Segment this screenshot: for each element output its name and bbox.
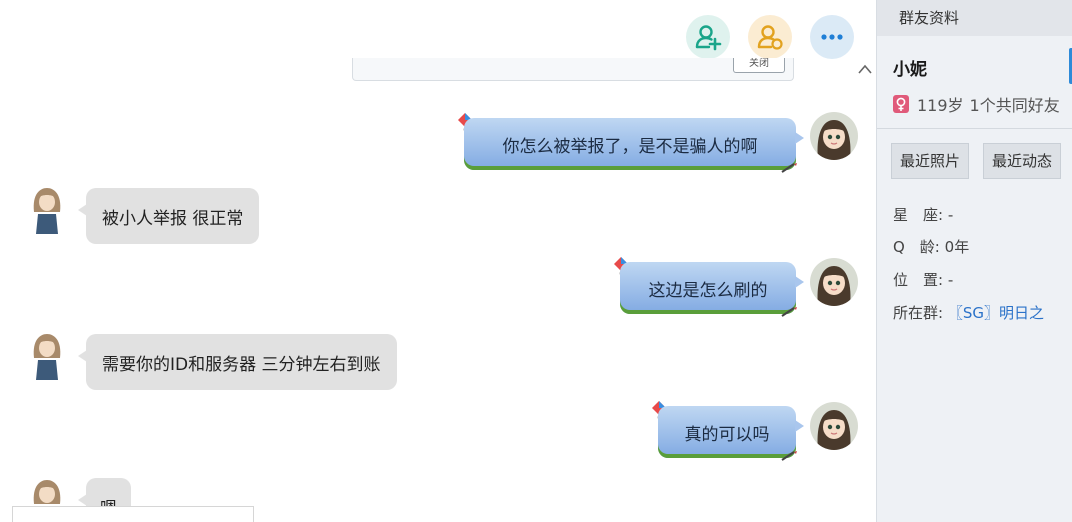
friend-button[interactable] xyxy=(748,15,792,59)
tab-recent-photos[interactable]: 最近照片 xyxy=(891,143,970,179)
message-text: 需要你的ID和服务器 三分钟左右到账 xyxy=(102,354,381,375)
message-bubble-right[interactable]: 这边是怎么刷的 xyxy=(620,262,804,314)
avatar-self[interactable] xyxy=(810,258,858,306)
row-value: - xyxy=(947,271,954,289)
avatar-self[interactable] xyxy=(810,112,858,160)
divider xyxy=(877,128,1072,129)
profile-info: 119岁 1个共同好友 xyxy=(893,92,1060,116)
profile-row-zodiac: 星 座: - xyxy=(893,204,953,225)
row-label: 星 座: xyxy=(893,206,944,224)
previous-box-button[interactable]: 关闭 xyxy=(733,58,785,73)
mutual-friends[interactable]: 1个共同好友 xyxy=(970,92,1060,116)
profile-age: 119岁 xyxy=(917,96,964,115)
message-bubble-right[interactable]: 真的可以吗 xyxy=(658,406,804,458)
row-label: 位 置: xyxy=(893,271,944,289)
message-bubble-right[interactable]: 你怎么被举报了，是不是骗人的啊 xyxy=(464,118,804,170)
message-text: 真的可以吗 xyxy=(684,424,770,445)
profile-row-qage: Q 龄: 0年 xyxy=(893,236,969,257)
profile-row-location: 位 置: - xyxy=(893,269,953,290)
message-text: 你怎么被举报了，是不是骗人的啊 xyxy=(502,136,758,157)
message-text: 被小人举报 很正常 xyxy=(102,208,244,229)
profile-name: 小妮 xyxy=(893,60,927,80)
person-plus-icon xyxy=(695,25,722,51)
message-input-area[interactable] xyxy=(12,506,254,522)
pen-icon xyxy=(781,307,797,317)
row-value: - xyxy=(947,206,954,224)
message-bubble-left[interactable]: 需要你的ID和服务器 三分钟左右到账 xyxy=(78,334,397,390)
previous-message-box: 关闭 xyxy=(352,58,794,81)
more-dots-icon xyxy=(821,34,843,40)
pen-icon xyxy=(781,163,797,173)
tab-recent-activity[interactable]: 最近动态 xyxy=(983,143,1062,179)
pen-icon xyxy=(781,451,797,461)
message-text: 这边是怎么刷的 xyxy=(648,280,768,301)
message-bubble-left[interactable]: 被小人举报 很正常 xyxy=(77,188,260,244)
row-label: 所在群: xyxy=(893,304,944,322)
profile-row-group: 所在群: 〖SG〗明日之 xyxy=(893,302,1044,323)
person-friend-icon xyxy=(757,25,783,50)
chat-area[interactable]: 关闭 你怎么被举报了，是不是骗人的啊 被小人举报 很正常 这边是怎么刷的 需要你… xyxy=(0,0,876,522)
more-button[interactable] xyxy=(810,15,854,59)
panel-title: 群友资料 xyxy=(877,0,1072,36)
row-label: Q 龄: xyxy=(893,238,940,256)
avatar-contact[interactable] xyxy=(24,330,70,380)
avatar-self[interactable] xyxy=(810,402,858,450)
female-icon xyxy=(893,95,909,113)
avatar-contact[interactable] xyxy=(24,184,70,234)
member-profile-panel: 群友资料 小妮 119岁 1个共同好友 最近照片 最近动态 星 座: - Q 龄… xyxy=(876,0,1072,522)
collapse-caret-icon[interactable] xyxy=(858,64,872,74)
group-link[interactable]: 〖SG〗明日之 xyxy=(948,304,1044,322)
add-member-button[interactable] xyxy=(686,15,730,59)
row-value: 0年 xyxy=(944,238,970,256)
